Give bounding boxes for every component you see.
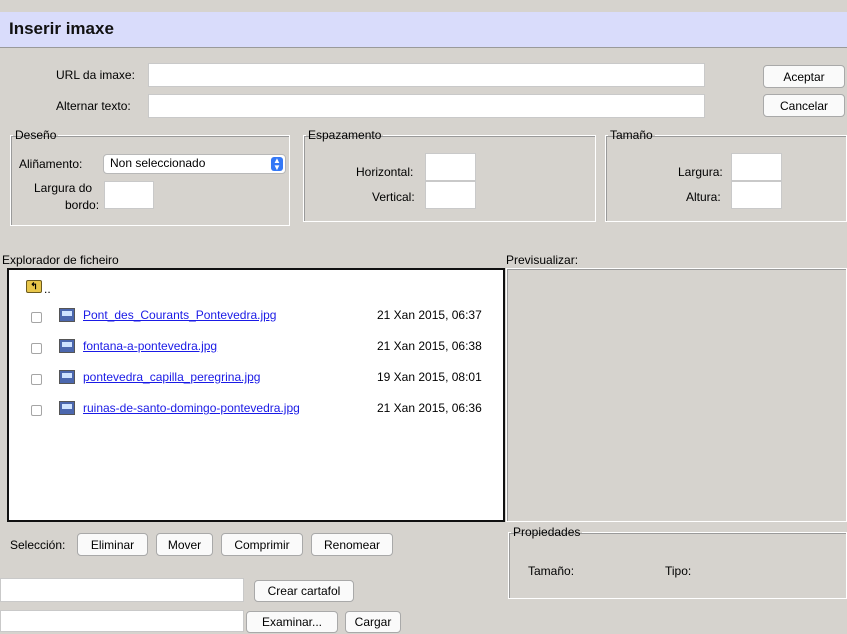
file-row: ruinas-de-santo-domingo-pontevedra.jpg 2… bbox=[9, 399, 503, 421]
image-file-icon bbox=[59, 370, 75, 384]
move-button[interactable]: Mover bbox=[156, 533, 213, 556]
height-input[interactable] bbox=[731, 181, 782, 209]
alt-text-input[interactable] bbox=[148, 94, 705, 118]
image-file-icon bbox=[59, 308, 75, 322]
folder-up-icon[interactable]: ↰ bbox=[26, 280, 42, 293]
file-checkbox[interactable] bbox=[31, 312, 42, 323]
file-date: 21 Xan 2015, 06:36 bbox=[377, 401, 482, 415]
file-date: 19 Xan 2015, 08:01 bbox=[377, 370, 482, 384]
size-legend: Tamaño bbox=[610, 128, 653, 142]
width-input[interactable] bbox=[731, 153, 782, 181]
width-label: Largura: bbox=[678, 165, 723, 179]
file-date: 21 Xan 2015, 06:37 bbox=[377, 308, 482, 322]
file-row: Pont_des_Courants_Pontevedra.jpg 21 Xan … bbox=[9, 306, 503, 328]
size-group: Tamaño bbox=[605, 128, 847, 222]
spacing-legend: Espazamento bbox=[308, 128, 382, 142]
preview-pane bbox=[506, 268, 847, 522]
url-label: URL da imaxe: bbox=[56, 68, 135, 82]
file-date: 21 Xan 2015, 06:38 bbox=[377, 339, 482, 353]
alignment-value: Non seleccionado bbox=[110, 156, 206, 170]
alignment-label: Aliñamento: bbox=[19, 157, 83, 171]
file-name-link[interactable]: Pont_des_Courants_Pontevedra.jpg bbox=[83, 308, 276, 322]
file-checkbox[interactable] bbox=[31, 343, 42, 354]
selection-label: Selección: bbox=[10, 538, 66, 552]
height-label: Altura: bbox=[686, 190, 721, 204]
properties-group: Propiedades bbox=[508, 525, 847, 599]
file-row: fontana-a-pontevedra.jpg 21 Xan 2015, 06… bbox=[9, 337, 503, 359]
properties-size-label: Tamaño: bbox=[528, 564, 575, 578]
create-folder-button[interactable]: Crear cartafol bbox=[254, 580, 354, 602]
design-group: Deseño bbox=[10, 128, 290, 226]
border-width-input[interactable] bbox=[104, 181, 154, 209]
file-browser-list: ↰ .. Pont_des_Courants_Pontevedra.jpg 21… bbox=[7, 268, 505, 522]
file-name-link[interactable]: ruinas-de-santo-domingo-pontevedra.jpg bbox=[83, 401, 300, 415]
upload-button[interactable]: Cargar bbox=[345, 611, 401, 633]
horizontal-input[interactable] bbox=[425, 153, 476, 181]
cancel-button[interactable]: Cancelar bbox=[763, 94, 845, 117]
file-row: pontevedra_capilla_peregrina.jpg 19 Xan … bbox=[9, 368, 503, 390]
horizontal-label: Horizontal: bbox=[356, 165, 414, 179]
file-name-link[interactable]: fontana-a-pontevedra.jpg bbox=[83, 339, 217, 353]
dialog-titlebar: Inserir imaxe bbox=[0, 12, 847, 48]
image-file-icon bbox=[59, 339, 75, 353]
image-file-icon bbox=[59, 401, 75, 415]
parent-folder-link[interactable]: .. bbox=[44, 282, 51, 296]
browse-button[interactable]: Examinar... bbox=[246, 611, 338, 633]
file-checkbox[interactable] bbox=[31, 405, 42, 416]
design-legend: Deseño bbox=[15, 128, 57, 142]
file-name-link[interactable]: pontevedra_capilla_peregrina.jpg bbox=[83, 370, 260, 384]
alt-text-label: Alternar texto: bbox=[56, 99, 131, 113]
vertical-input[interactable] bbox=[425, 181, 476, 209]
insert-image-dialog: Inserir imaxe URL da imaxe: Alternar tex… bbox=[0, 0, 847, 634]
file-browser-label: Explorador de ficheiro bbox=[2, 253, 119, 267]
upload-file-input[interactable] bbox=[0, 610, 244, 632]
delete-button[interactable]: Eliminar bbox=[77, 533, 148, 556]
select-chevron-icon: ▲ ▼ bbox=[271, 157, 283, 172]
vertical-label: Vertical: bbox=[372, 190, 415, 204]
folder-name-input[interactable] bbox=[0, 578, 244, 602]
file-checkbox[interactable] bbox=[31, 374, 42, 385]
rename-button[interactable]: Renomear bbox=[311, 533, 393, 556]
dialog-title: Inserir imaxe bbox=[9, 19, 114, 38]
ok-button[interactable]: Aceptar bbox=[763, 65, 845, 88]
alignment-select[interactable]: Non seleccionado ▲ ▼ bbox=[103, 154, 286, 174]
url-input[interactable] bbox=[148, 63, 705, 87]
properties-type-label: Tipo: bbox=[665, 564, 692, 578]
properties-legend: Propiedades bbox=[513, 525, 581, 539]
border-width-label-2: bordo: bbox=[65, 198, 100, 212]
preview-label: Previsualizar: bbox=[506, 253, 579, 267]
compress-button[interactable]: Comprimir bbox=[221, 533, 303, 556]
border-width-label: Largura do bbox=[34, 181, 93, 195]
